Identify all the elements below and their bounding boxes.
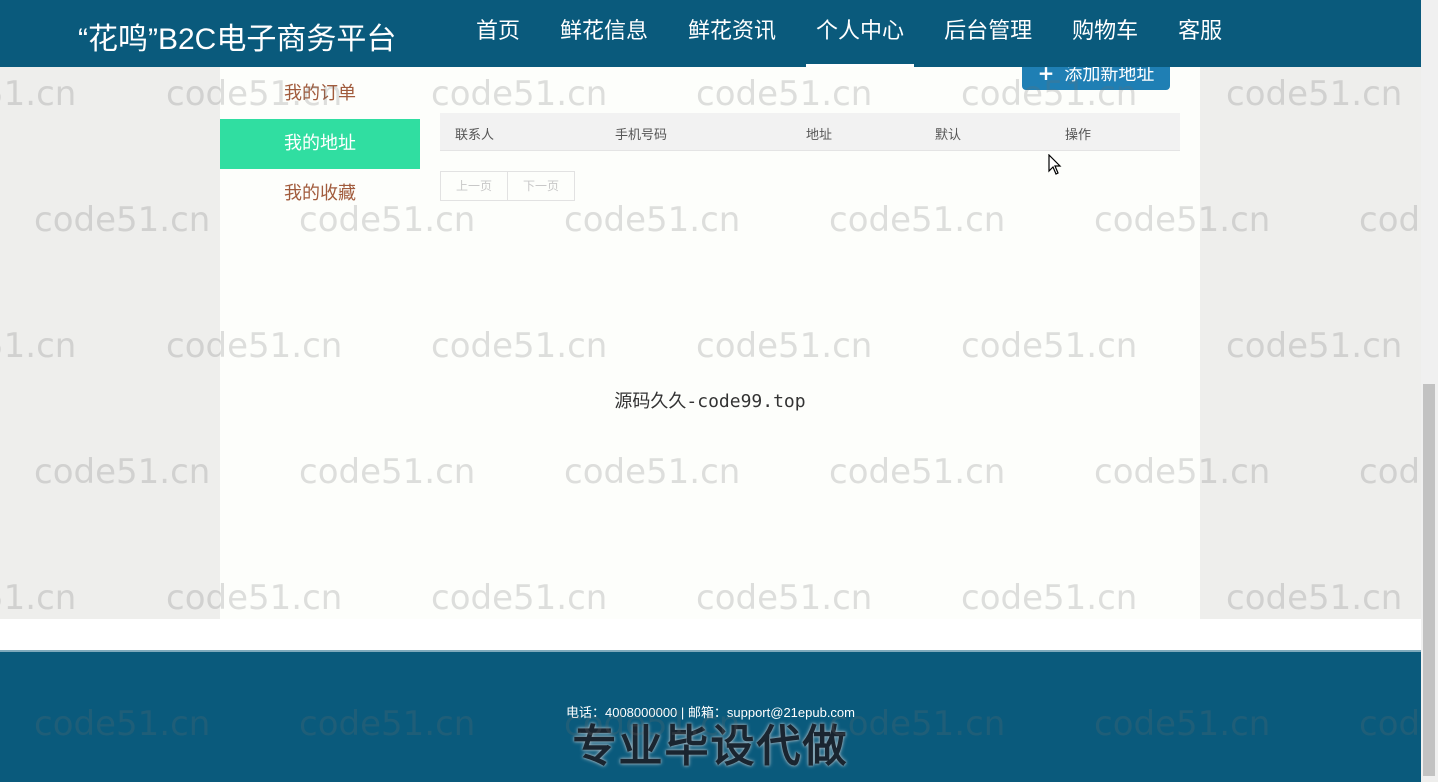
scrollbar-thumb[interactable] xyxy=(1423,384,1435,776)
address-table-header: 联系人 手机号码 地址 默认 操作 xyxy=(440,113,1180,151)
main-nav: 首页 鲜花信息 鲜花资讯 个人中心 后台管理 购物车 客服 xyxy=(466,0,1252,67)
nav-item-home[interactable]: 首页 xyxy=(466,0,530,67)
prev-page-button[interactable]: 上一页 xyxy=(440,171,508,201)
watermark-text: code51.cn xyxy=(0,326,77,366)
sidebar-item-orders[interactable]: 我的订单 xyxy=(220,69,420,119)
column-contact: 联系人 xyxy=(455,128,495,143)
nav-item-cart[interactable]: 购物车 xyxy=(1062,0,1148,67)
column-address: 地址 xyxy=(806,128,833,143)
nav-item-flower-news[interactable]: 鲜花资讯 xyxy=(678,0,786,67)
nav-item-admin[interactable]: 后台管理 xyxy=(934,0,1042,67)
watermark-text: code51.cn xyxy=(34,200,211,240)
next-page-button[interactable]: 下一页 xyxy=(508,171,575,201)
content-bottom-spacer xyxy=(0,619,1421,650)
mouse-cursor-icon xyxy=(1048,154,1062,175)
column-default: 默认 xyxy=(935,128,962,143)
watermark-text: code51.cn xyxy=(1226,326,1403,366)
page-footer: 电话：4008000000 | 邮箱：support@21epub.com 专业… xyxy=(0,650,1421,782)
page-scrollbar[interactable] xyxy=(1421,0,1438,780)
watermark-text: code51.cn xyxy=(34,452,211,492)
nav-item-service[interactable]: 客服 xyxy=(1168,0,1232,67)
add-address-label: 添加新地址 xyxy=(1064,64,1155,85)
watermark-text: code51.cn xyxy=(1359,452,1421,492)
site-title[interactable]: “花鸣”B2C电子商务平台 xyxy=(78,14,396,58)
nav-item-flower-info[interactable]: 鲜花信息 xyxy=(550,0,658,67)
source-watermark-text: 源码久久-code99.top xyxy=(614,391,806,412)
watermark-text: code51.cn xyxy=(1226,74,1403,114)
watermark-text: code51.cn xyxy=(0,578,77,618)
watermark-text: code51.cn xyxy=(1226,578,1403,618)
column-actions: 操作 xyxy=(1065,128,1092,143)
promo-overlay-text: 专业毕设代做 xyxy=(572,721,849,772)
sidebar-item-favorites[interactable]: 我的收藏 xyxy=(220,169,420,219)
main-content: 我的订单 我的地址 我的收藏 + 添加新地址 联系人 手机号码 地址 默认 操作 … xyxy=(220,53,1200,619)
watermark-text: code51.cn xyxy=(0,74,77,114)
watermark-text: code51.cn xyxy=(1359,200,1421,240)
column-phone: 手机号码 xyxy=(615,128,668,143)
sidebar-item-addresses[interactable]: 我的地址 xyxy=(220,119,420,169)
pagination: 上一页 下一页 xyxy=(440,171,575,201)
nav-item-personal-center[interactable]: 个人中心 xyxy=(806,0,915,67)
top-header: “花鸣”B2C电子商务平台 首页 鲜花信息 鲜花资讯 个人中心 后台管理 购物车… xyxy=(0,0,1421,67)
